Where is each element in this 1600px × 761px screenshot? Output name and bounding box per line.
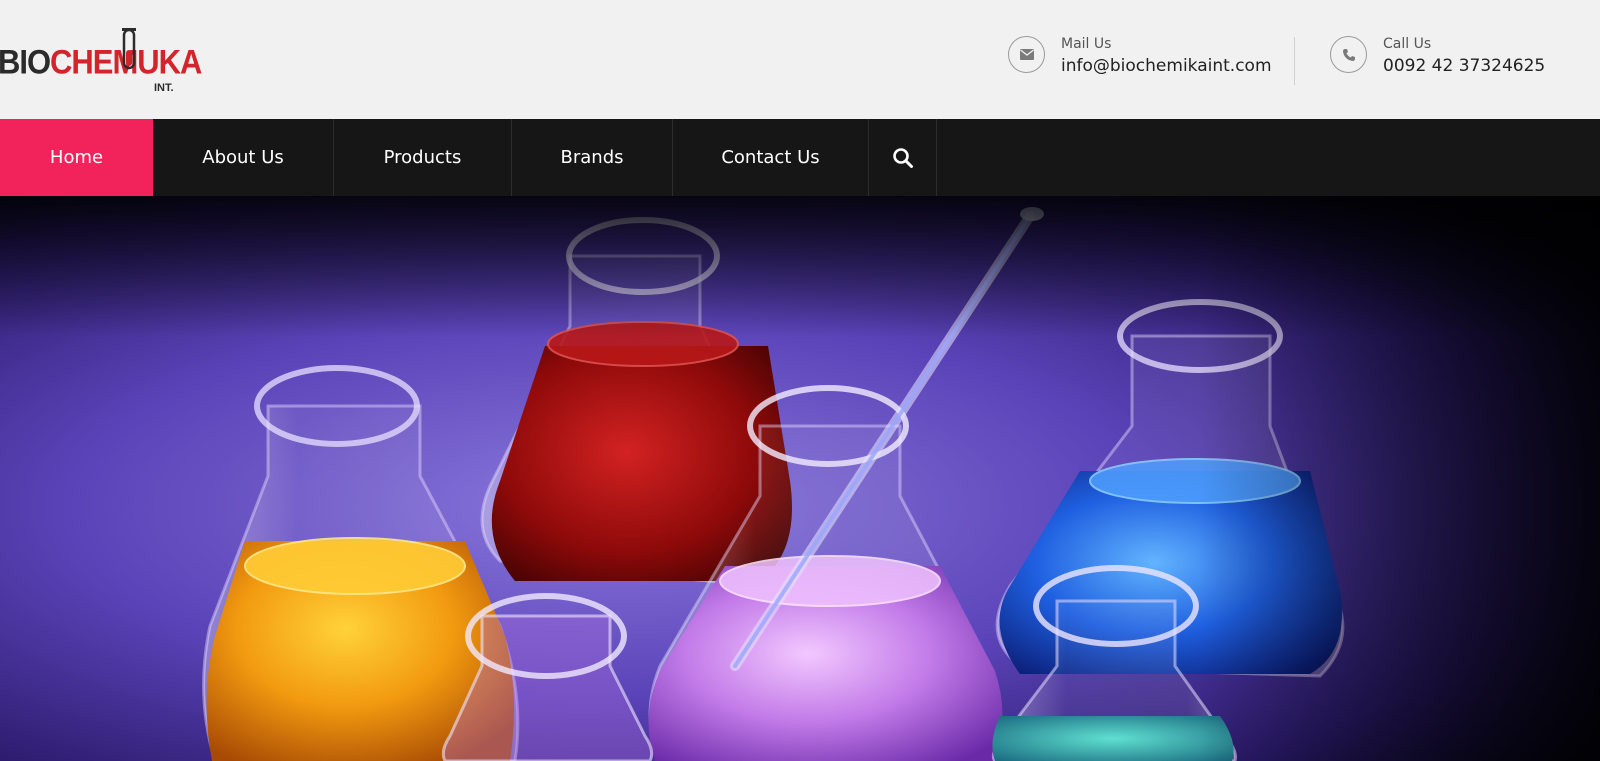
phone-icon (1330, 36, 1367, 73)
nav-item-about-us[interactable]: About Us (153, 119, 334, 196)
search-icon (892, 147, 913, 168)
call-us-phone[interactable]: 0092 42 37324625 (1383, 56, 1545, 76)
nav-item-label: Home (49, 147, 104, 168)
nav-item-contact-us[interactable]: Contact Us (673, 119, 869, 196)
nav-item-home[interactable]: Home (0, 119, 153, 196)
hero-banner (0, 196, 1600, 761)
nav-item-label: Products (383, 147, 462, 168)
logo-text-int: INT. (154, 82, 174, 94)
header-divider (1294, 37, 1295, 85)
search-button[interactable] (869, 119, 937, 196)
nav-item-label: Brands (560, 147, 624, 168)
call-us-label: Call Us (1383, 36, 1432, 52)
site-header: BIO CHEMUKA INT. Mail Us info@biochemika… (0, 0, 1600, 119)
mail-us-email[interactable]: info@biochemikaint.com (1061, 56, 1272, 76)
hero-flasks-image (0, 196, 1600, 761)
envelope-icon (1008, 36, 1045, 73)
nav-item-label: Contact Us (721, 147, 820, 168)
nav-item-products[interactable]: Products (334, 119, 512, 196)
main-navigation: Home About Us Products Brands Contact Us (0, 119, 1600, 196)
nav-item-label: About Us (202, 147, 284, 168)
test-tube-icon (122, 28, 136, 70)
logo-text-bio: BIO (0, 42, 51, 82)
brand-logo[interactable]: BIO CHEMUKA INT. (0, 26, 202, 96)
nav-item-brands[interactable]: Brands (512, 119, 673, 196)
mail-us-label: Mail Us (1061, 36, 1112, 52)
